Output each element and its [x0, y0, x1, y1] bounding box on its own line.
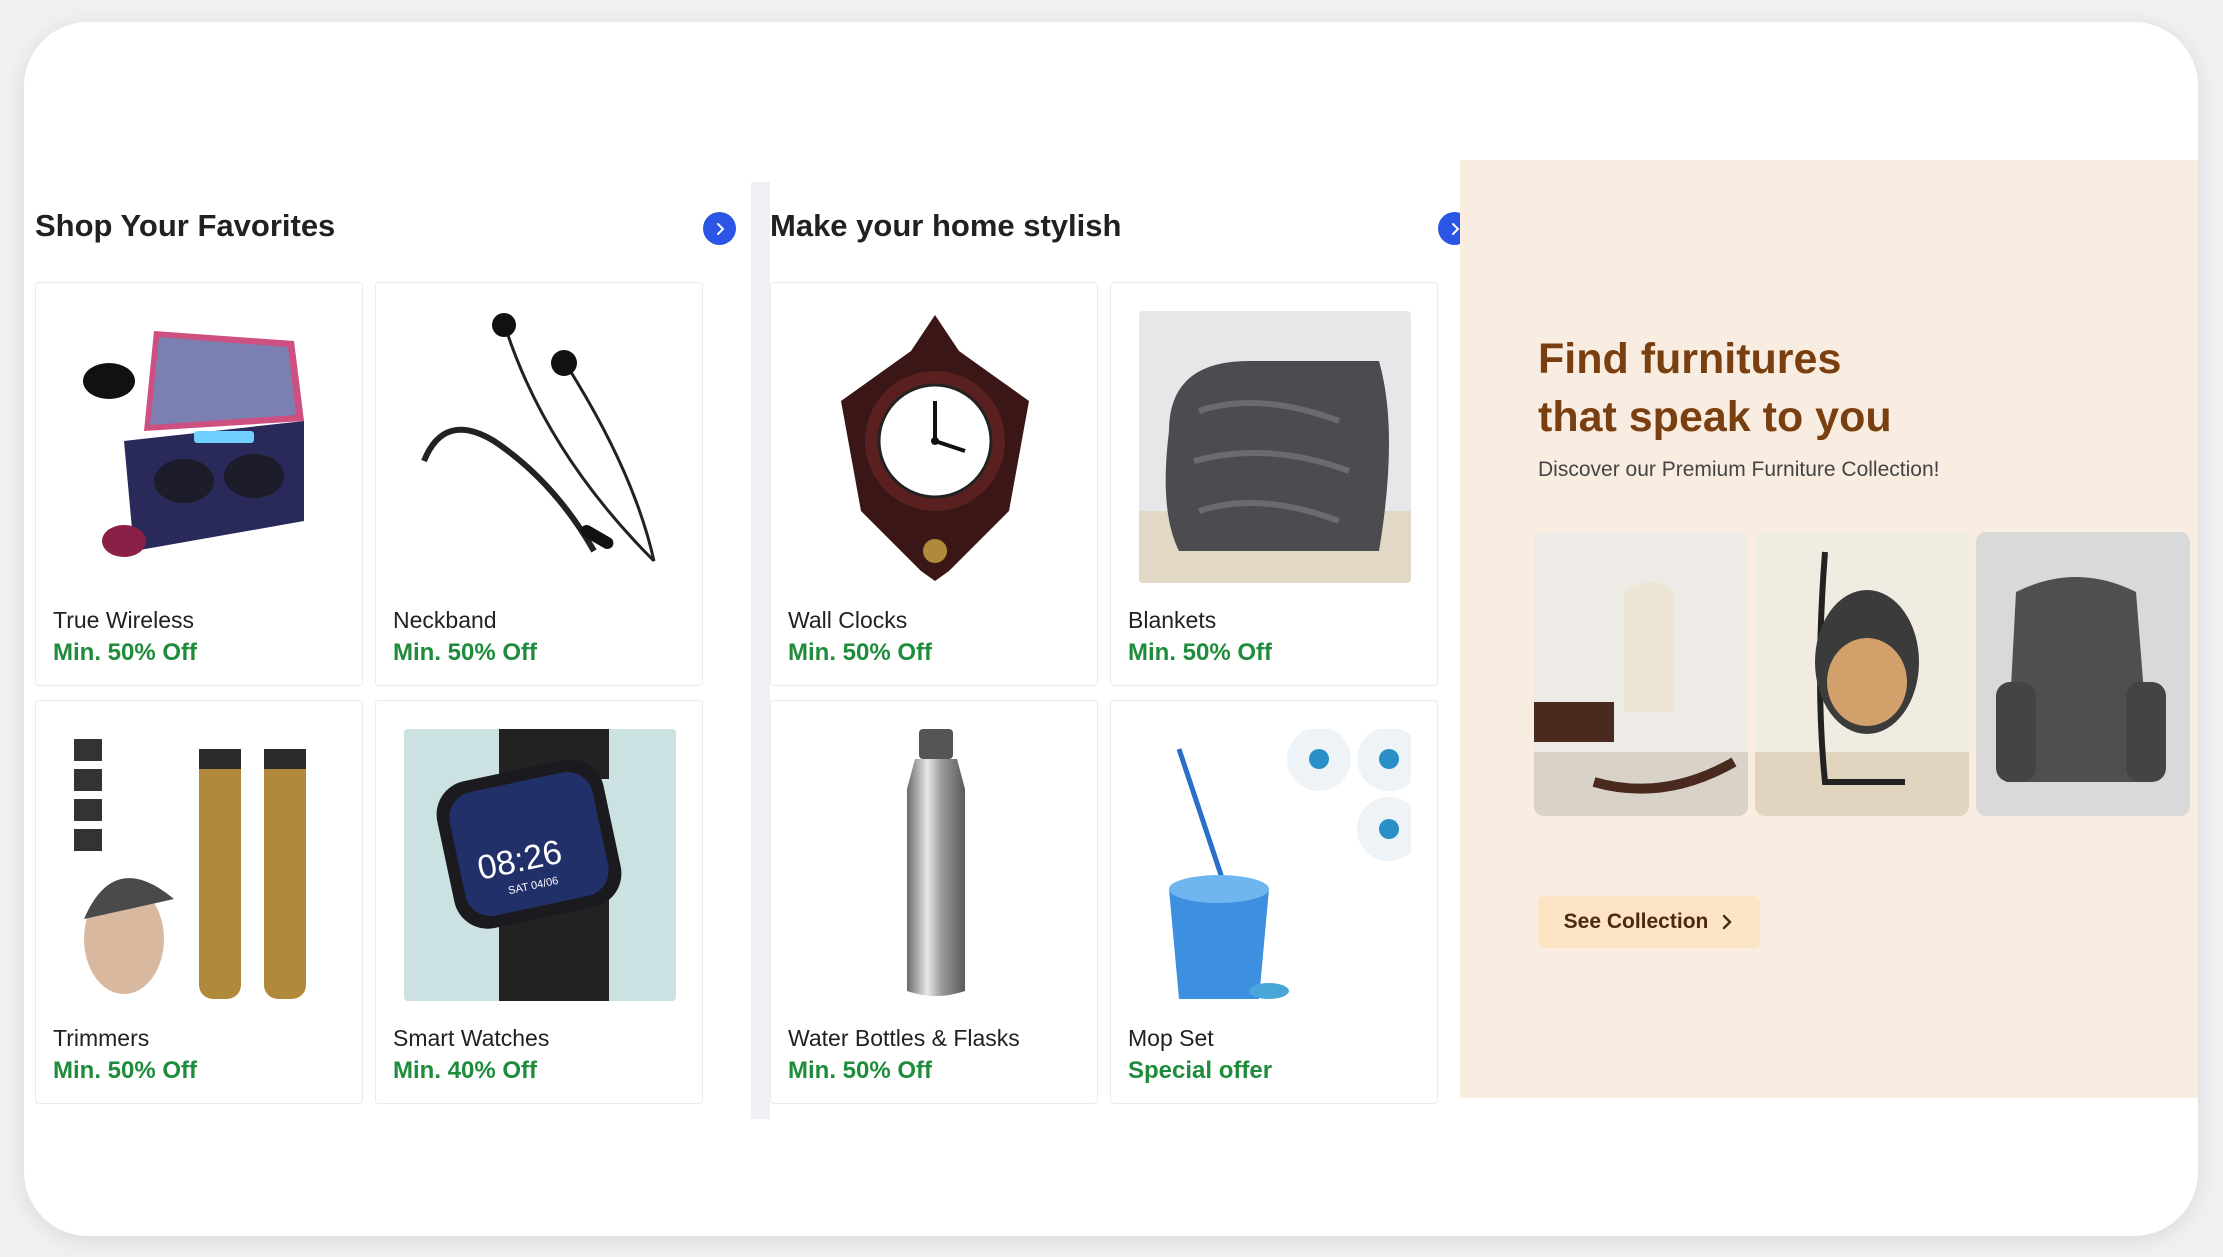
product-offer: Min. 50% Off — [53, 639, 198, 666]
product-label: Neckband — [393, 607, 497, 633]
see-collection-label: See Collection — [1563, 910, 1709, 933]
product-offer: Min. 50% Off — [788, 639, 933, 666]
banner-title-line2: that speak to you — [1538, 393, 1892, 441]
product-card-smart-watches[interactable]: 08:26 SAT 04/06 Smart Watches Min. 40% O… — [375, 700, 703, 1104]
product-offer: Min. 50% Off — [1128, 639, 1273, 666]
furniture-banner[interactable]: Find furnitures that speak to you Discov… — [1460, 160, 2198, 1098]
product-label: True Wireless — [53, 607, 194, 633]
product-image — [1139, 311, 1411, 583]
product-image — [1139, 729, 1411, 1001]
banner-title: Find furnitures that speak to you — [1538, 330, 2038, 446]
section-divider — [751, 182, 772, 1119]
product-card-neckband[interactable]: Neckband Min. 50% Off — [375, 282, 703, 686]
product-image — [64, 311, 336, 583]
product-label: Smart Watches — [393, 1025, 550, 1051]
product-label: Trimmers — [53, 1025, 150, 1051]
section-home-stylish: Make your home stylish Wall Clocks Min. … — [770, 182, 1472, 1119]
product-image — [799, 729, 1071, 1001]
product-image: 08:26 SAT 04/06 — [404, 729, 676, 1001]
product-card-wall-clocks[interactable]: Wall Clocks Min. 50% Off — [770, 282, 1098, 686]
see-collection-button[interactable]: See Collection — [1538, 896, 1760, 948]
furniture-photo-rocking-chair — [1534, 532, 1748, 816]
furniture-photo-recliner — [1976, 532, 2190, 816]
section-title: Shop Your Favorites — [35, 208, 336, 243]
product-card-mop-set[interactable]: Mop Set Special offer — [1110, 700, 1438, 1104]
product-label: Blankets — [1128, 607, 1217, 633]
furniture-photo-swing-chair — [1755, 532, 1969, 816]
product-card-blankets[interactable]: Blankets Min. 50% Off — [1110, 282, 1438, 686]
product-image — [404, 311, 676, 583]
product-offer: Min. 50% Off — [393, 639, 538, 666]
banner-subtitle: Discover our Premium Furniture Collectio… — [1538, 458, 1940, 481]
product-label: Water Bottles & Flasks — [788, 1025, 1020, 1051]
product-offer: Min. 40% Off — [393, 1057, 538, 1084]
product-card-trimmers[interactable]: Trimmers Min. 50% Off — [35, 700, 363, 1104]
banner-title-line1: Find furnitures — [1538, 335, 1842, 383]
section-next-button[interactable] — [703, 212, 736, 245]
page-frame: Shop Your Favorites True Wireless Min. 5… — [24, 22, 2198, 1236]
chevron-right-icon — [1723, 914, 1733, 930]
product-label: Mop Set — [1128, 1025, 1214, 1051]
product-image — [799, 311, 1071, 583]
chevron-right-icon — [716, 222, 724, 235]
section-title: Make your home stylish — [770, 208, 1122, 243]
product-card-true-wireless[interactable]: True Wireless Min. 50% Off — [35, 282, 363, 686]
product-offer: Min. 50% Off — [788, 1057, 933, 1084]
product-offer: Special offer — [1128, 1057, 1273, 1084]
product-image — [64, 729, 336, 1001]
product-card-water-bottles[interactable]: Water Bottles & Flasks Min. 50% Off — [770, 700, 1098, 1104]
product-label: Wall Clocks — [788, 607, 908, 633]
product-offer: Min. 50% Off — [53, 1057, 198, 1084]
section-shop-favorites: Shop Your Favorites True Wireless Min. 5… — [35, 182, 737, 1119]
